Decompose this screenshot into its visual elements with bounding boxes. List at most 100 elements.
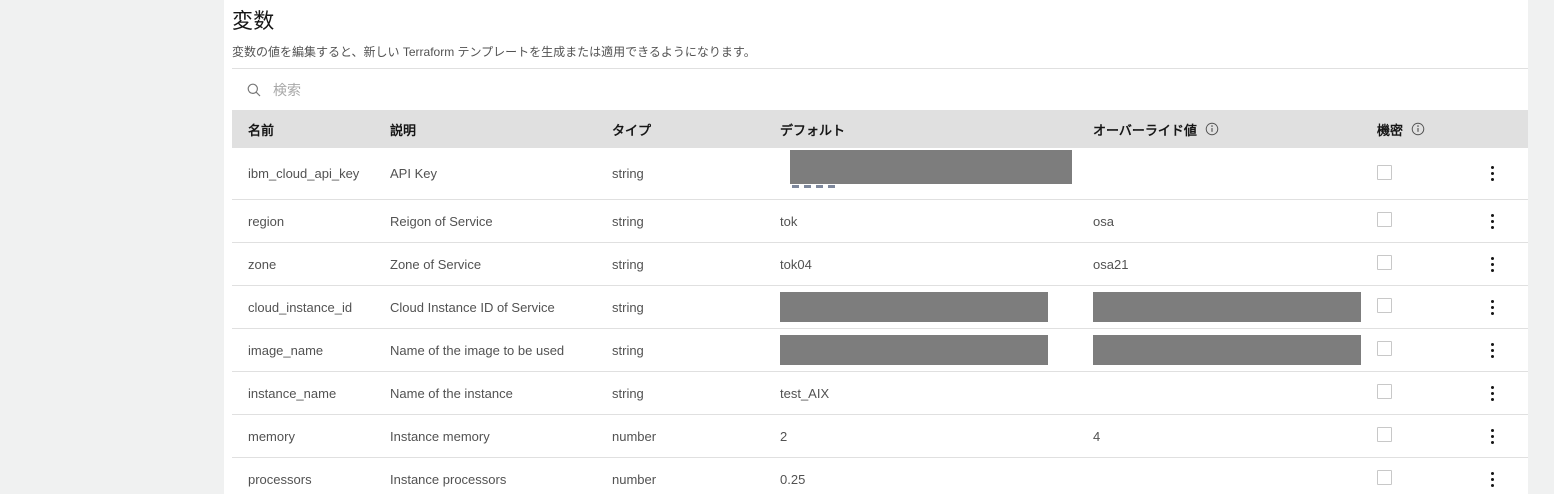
cell-default: 0.25 xyxy=(780,471,806,487)
cell-name: processors xyxy=(248,471,312,487)
cell-type: string xyxy=(612,256,644,272)
sensitive-checkbox[interactable] xyxy=(1377,212,1392,227)
cell-actions xyxy=(1456,251,1528,278)
table-row-image_name: image_name Name of the image to be used st… xyxy=(232,329,1528,372)
cell-sensitive xyxy=(1361,298,1456,316)
cell-override: 4 xyxy=(1093,428,1101,444)
cell-type: string xyxy=(612,385,644,401)
sensitive-checkbox[interactable] xyxy=(1377,298,1392,313)
cell-description: Zone of Service xyxy=(390,256,482,272)
overflow-menu-icon xyxy=(1490,391,1494,395)
cell-type: number xyxy=(612,471,657,487)
cell-actions xyxy=(1456,423,1528,450)
cell-default: tok04 xyxy=(780,256,812,272)
cell-actions xyxy=(1456,380,1528,407)
cell-sensitive xyxy=(1361,341,1456,359)
search-icon xyxy=(246,82,262,98)
sensitive-checkbox[interactable] xyxy=(1377,164,1392,180)
redacted-value-block xyxy=(1093,335,1361,365)
cell-actions xyxy=(1456,466,1528,493)
table-row-cloud_instance_id: cloud_instance_id Cloud Instance ID of Se… xyxy=(232,286,1528,329)
cell-override: osa xyxy=(1093,213,1114,229)
column-header-label: タイプ xyxy=(612,122,652,138)
row-overflow-menu-button[interactable] xyxy=(1485,251,1500,278)
overflow-menu-icon xyxy=(1490,213,1494,217)
sensitive-checkbox[interactable] xyxy=(1377,384,1392,399)
content-panel: 変数 変数の値を編集すると、新しい Terraform テンプレートを生成または… xyxy=(224,0,1528,494)
variables-table: 名前 説明 タイプ デフォルト オーバーライド値 機密 ibm_cloud_api_key… xyxy=(232,110,1528,494)
table-row-memory: memory Instance memory number 2 4 xyxy=(232,415,1528,458)
column-header-label: 機密 xyxy=(1377,122,1404,138)
cell-description: Instance memory xyxy=(390,428,490,444)
column-header-label: 名前 xyxy=(248,122,275,138)
overflow-menu-icon xyxy=(1490,305,1494,309)
overflow-menu-icon xyxy=(1490,311,1494,315)
column-header-type: タイプ xyxy=(596,110,764,148)
cell-actions xyxy=(1456,160,1528,187)
row-overflow-menu-button[interactable] xyxy=(1485,466,1500,493)
overflow-menu-icon xyxy=(1490,434,1494,438)
cell-type: string xyxy=(612,213,644,229)
overflow-menu-icon xyxy=(1490,440,1494,444)
overflow-menu-icon xyxy=(1490,172,1494,175)
overflow-menu-icon xyxy=(1490,225,1494,229)
redacted-value-block xyxy=(780,292,1048,322)
cell-description: Instance processors xyxy=(390,471,507,487)
redacted-value-block xyxy=(1093,292,1361,322)
cell-type: number xyxy=(612,428,657,444)
cell-actions xyxy=(1456,294,1528,321)
column-header-name: 名前 xyxy=(232,110,374,148)
row-overflow-menu-button[interactable] xyxy=(1485,380,1500,407)
cell-default: tok xyxy=(780,213,798,229)
search-input[interactable] xyxy=(273,69,1528,110)
column-header-label: デフォルト xyxy=(780,122,846,138)
table-body: ibm_cloud_api_key API Key string region Reig… xyxy=(232,148,1528,494)
sensitive-checkbox[interactable] xyxy=(1377,341,1392,356)
row-overflow-menu-button[interactable] xyxy=(1485,294,1500,321)
column-header-default: デフォルト xyxy=(764,110,1077,148)
row-overflow-menu-button[interactable] xyxy=(1485,160,1500,187)
column-header-override: オーバーライド値 xyxy=(1077,110,1361,148)
cell-type: string xyxy=(612,342,644,358)
overflow-menu-icon xyxy=(1490,342,1494,346)
table-row-instance_name: instance_name Name of the instance string t… xyxy=(232,372,1528,415)
sensitive-checkbox[interactable] xyxy=(1377,427,1392,442)
cell-name: instance_name xyxy=(248,385,337,401)
cell-description: Reigon of Service xyxy=(390,213,493,229)
cell-default: test_AIX xyxy=(780,385,830,401)
row-overflow-menu-button[interactable] xyxy=(1485,337,1500,364)
column-header-sensitive: 機密 xyxy=(1361,110,1456,148)
overflow-menu-icon xyxy=(1490,219,1494,223)
table-row-ibm_cloud_api_key: ibm_cloud_api_key API Key string xyxy=(232,148,1528,200)
search-toolbar xyxy=(232,68,1528,110)
info-icon[interactable] xyxy=(1411,122,1425,136)
overflow-menu-icon xyxy=(1490,385,1494,389)
cell-name: image_name xyxy=(248,342,324,358)
table-row-region: region Reigon of Service string tok osa xyxy=(232,200,1528,243)
column-header-actions xyxy=(1456,110,1528,148)
overflow-menu-icon xyxy=(1490,299,1494,303)
cell-sensitive xyxy=(1361,255,1456,273)
overflow-menu-icon xyxy=(1490,477,1494,481)
cell-name: ibm_cloud_api_key xyxy=(248,166,360,181)
row-overflow-menu-button[interactable] xyxy=(1485,208,1500,235)
overflow-menu-icon xyxy=(1490,348,1494,352)
overflow-menu-icon xyxy=(1490,471,1494,475)
sensitive-checkbox[interactable] xyxy=(1377,470,1392,485)
overflow-menu-icon xyxy=(1490,166,1494,169)
overflow-menu-icon xyxy=(1490,397,1494,401)
cell-override xyxy=(1077,292,1361,322)
overflow-menu-icon xyxy=(1490,354,1494,358)
info-icon[interactable] xyxy=(1205,122,1219,136)
page: 変数 変数の値を編集すると、新しい Terraform テンプレートを生成または… xyxy=(0,0,1554,494)
row-overflow-menu-button[interactable] xyxy=(1485,423,1500,450)
cell-name: cloud_instance_id xyxy=(248,299,353,315)
cell-sensitive xyxy=(1361,212,1456,230)
cell-description: Name of the instance xyxy=(390,385,513,401)
overflow-menu-icon xyxy=(1490,428,1494,432)
cell-description: Cloud Instance ID of Service xyxy=(390,299,555,315)
cell-type: string xyxy=(612,299,644,315)
cell-sensitive xyxy=(1361,427,1456,445)
table-row-processors: processors Instance processors number 0.25 xyxy=(232,458,1528,494)
sensitive-checkbox[interactable] xyxy=(1377,255,1392,270)
